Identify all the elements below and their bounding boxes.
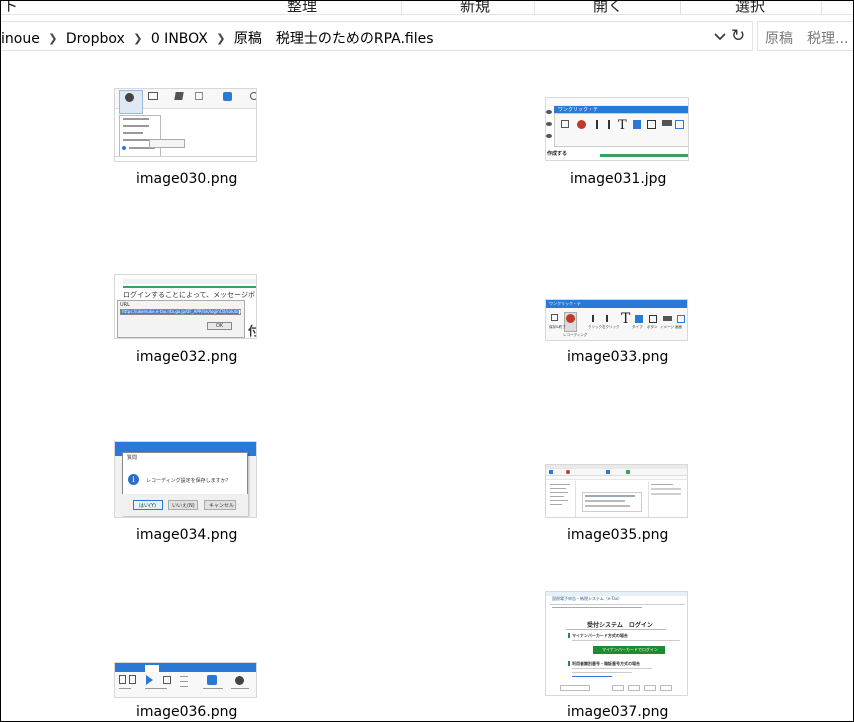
thumb-header: 国税電子申告・納税システム（e-Tax）: [552, 596, 623, 601]
thumbnail-image036[interactable]: [114, 662, 257, 698]
thumb-tool-label: クリック: [588, 325, 602, 329]
thumbnail-image033[interactable]: ワンクリック・テ T 保存&終了 レコーディング クリック 右クリック タイプ …: [545, 299, 688, 341]
thumb-section2: 利用者識別番号・暗証番号方式の場合: [572, 661, 640, 666]
thumb-tool-label: 画面: [675, 325, 682, 329]
thumb-section1: マイナンバーカード方式の場合: [572, 633, 628, 638]
ribbon-tab-open[interactable]: 開く: [593, 1, 623, 16]
thumb-no: いいえ(N): [172, 503, 195, 509]
ribbon-tab-new[interactable]: 新規: [460, 1, 490, 16]
ribbon-strip: ト 整理 新規 開く 選択: [1, 1, 853, 16]
thumbnail-image032[interactable]: ログインすることによって、メッセージボックスやe URL https://uke…: [114, 274, 257, 339]
thumb-login-title: 受付システム ログイン: [587, 622, 653, 629]
chevron-right-icon[interactable]: ❯: [208, 32, 234, 45]
thumb-footer: 作成する: [547, 151, 568, 157]
ribbon-tab-organize[interactable]: 整理: [287, 1, 317, 16]
thumbnail-image035[interactable]: [545, 464, 688, 518]
chevron-right-icon[interactable]: ❯: [125, 32, 151, 45]
thumb-tool-label: レコーディング: [563, 333, 588, 337]
search-placeholder: 原稿 税理...: [765, 31, 849, 47]
thumb-title: ワンクリック・テ: [558, 107, 598, 113]
thumbnail-image037[interactable]: 国税電子申告・納税システム（e-Tax） 受付システム ログイン マイナンバーカ…: [545, 591, 688, 696]
file-name[interactable]: image034.png: [136, 527, 237, 543]
thumb-title: ワンクリック・テ: [549, 301, 581, 306]
thumbnail-image034[interactable]: 質問 i レコーディング設定を保存しますか？ はい(Y) いいえ(N) キャンセ…: [114, 441, 257, 518]
thumb-char: 付: [248, 322, 256, 338]
thumb-login-button: マイナンバーカードでログイン: [602, 647, 658, 652]
thumb-tool-label: タイプ: [632, 325, 643, 329]
file-explorer-window: ト 整理 新規 開く 選択 inoue ❯ Dropbox ❯ 0 INBOX ❯ 原稿 税…: [0, 0, 854, 722]
thumbnail-image030[interactable]: [114, 88, 257, 162]
ribbon-tab-select[interactable]: 選択: [735, 1, 765, 16]
file-name[interactable]: image035.png: [567, 527, 668, 543]
ribbon-tab-0[interactable]: ト: [3, 1, 18, 16]
thumbnail-image031[interactable]: ワンクリック・テ T 作成する: [545, 97, 689, 161]
breadcrumb-item-current-folder[interactable]: 原稿 税理士のためのRPA.files: [234, 28, 434, 48]
thumb-yes: はい(Y): [139, 503, 156, 509]
thumb-tool-label: 保存&終了: [549, 325, 566, 329]
breadcrumb-item-inoue[interactable]: inoue: [1, 31, 40, 47]
thumb-ok: OK: [216, 323, 224, 329]
refresh-icon[interactable]: ↻: [731, 26, 745, 46]
file-name[interactable]: image037.png: [567, 704, 668, 720]
file-name[interactable]: image030.png: [136, 171, 237, 187]
breadcrumb-item-inbox[interactable]: 0 INBOX: [151, 31, 208, 47]
thumb-tool-label: イメージ: [660, 325, 674, 329]
breadcrumb-item-dropbox[interactable]: Dropbox: [66, 31, 125, 47]
breadcrumb: inoue ❯ Dropbox ❯ 0 INBOX ❯ 原稿 税理士のためのRPA.file…: [1, 28, 434, 48]
thumb-url-label: URL: [120, 302, 130, 308]
thumb-cancel: キャンセル: [209, 503, 235, 509]
thumb-url-value: https://ukemuke.e-tax.nta.go.jp/UF_APP/l…: [122, 309, 243, 314]
chevron-down-icon[interactable]: [713, 29, 727, 43]
file-name[interactable]: image036.png: [136, 704, 237, 720]
thumb-tool-label: 右クリック: [602, 325, 620, 329]
file-name[interactable]: image031.jpg: [570, 171, 666, 187]
thumb-dialog-title: 質問: [127, 455, 138, 461]
thumb-dialog-message: レコーディング設定を保存しますか？: [146, 478, 231, 484]
thumb-line: ログインすることによって、メッセージボックスやe: [123, 291, 256, 299]
search-input[interactable]: 原稿 税理...: [757, 21, 853, 51]
thumb-tool-label: ボタン: [647, 325, 658, 329]
file-name[interactable]: image033.png: [567, 349, 668, 365]
address-bar[interactable]: inoue ❯ Dropbox ❯ 0 INBOX ❯ 原稿 税理士のためのRPA.file…: [1, 21, 753, 51]
file-name[interactable]: image032.png: [136, 349, 237, 365]
chevron-right-icon[interactable]: ❯: [40, 32, 66, 45]
